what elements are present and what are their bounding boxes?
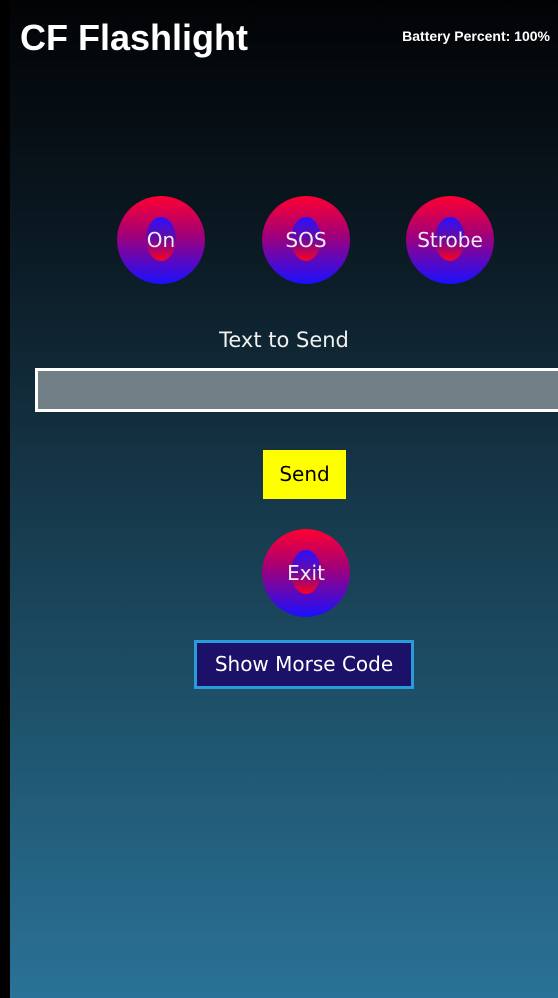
sos-button[interactable]: SOS bbox=[262, 196, 350, 284]
exit-button[interactable]: Exit bbox=[262, 529, 350, 617]
sos-button-label: SOS bbox=[285, 228, 327, 252]
exit-button-label: Exit bbox=[287, 561, 325, 585]
text-to-send-input[interactable] bbox=[35, 368, 558, 412]
strobe-button-label: Strobe bbox=[417, 228, 483, 252]
text-to-send-label: Text to Send bbox=[219, 328, 349, 352]
on-button-label: On bbox=[146, 228, 176, 252]
show-morse-code-button[interactable]: Show Morse Code bbox=[194, 640, 414, 689]
app-title: CF Flashlight bbox=[20, 17, 248, 58]
on-button[interactable]: On bbox=[117, 196, 205, 284]
battery-status: Battery Percent: 100% bbox=[402, 28, 550, 44]
app-screen: CF Flashlight Battery Percent: 100% On S… bbox=[10, 0, 558, 998]
strobe-button[interactable]: Strobe bbox=[406, 196, 494, 284]
send-button[interactable]: Send bbox=[263, 450, 346, 499]
